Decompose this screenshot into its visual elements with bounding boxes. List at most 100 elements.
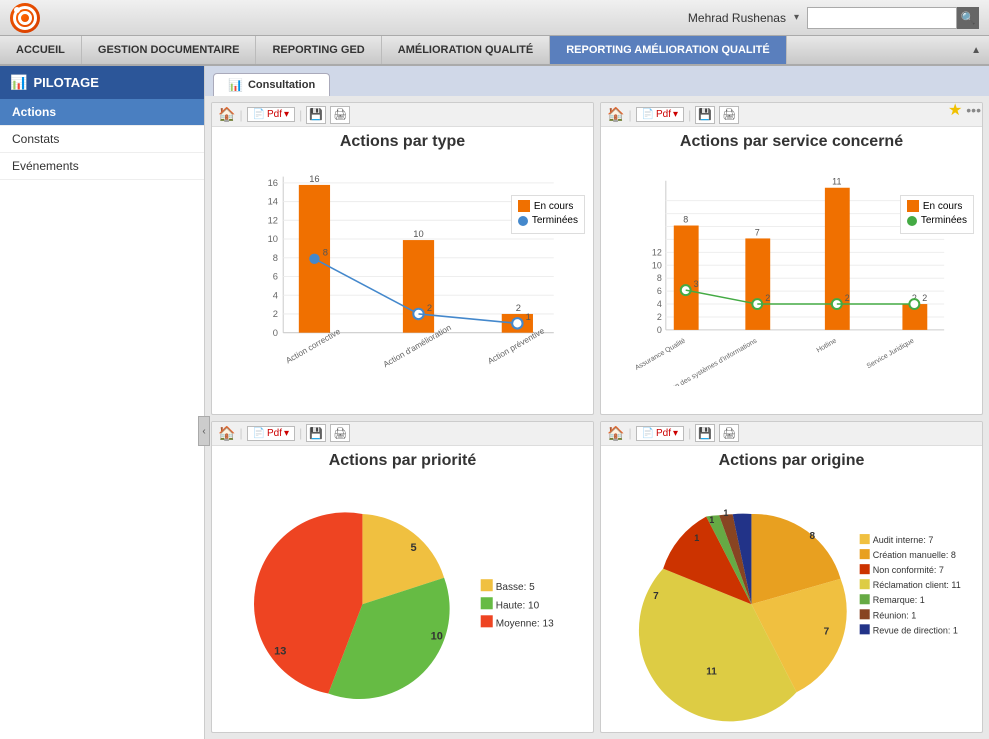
legend-terminees-color [518, 216, 528, 226]
chart2-terminees-label: Terminées [921, 215, 967, 226]
nav-item-reporting-ged[interactable]: REPORTING GED [256, 36, 381, 64]
pdf-icon: 📄 [253, 109, 265, 120]
svg-text:2: 2 [845, 293, 850, 303]
chart4-home-icon[interactable]: 🏠 [607, 425, 624, 442]
nav-item-amelioration[interactable]: AMÉLIORATION QUALITÉ [382, 36, 550, 64]
svg-text:12: 12 [268, 215, 278, 225]
chart-actions-par-priorite: 🏠 | 📄 Pdf ▾ | 💾 🖨 Actions par priorité [211, 421, 594, 734]
chart3-svg: 5 10 13 Basse: 5 Haute: 10 Moyenne: 13 [212, 474, 593, 725]
chart3-pdf-label: Pdf [267, 428, 282, 439]
tab-label: Consultation [248, 79, 315, 91]
search-box: 🔍 [807, 7, 979, 29]
svg-text:8: 8 [273, 253, 278, 263]
chart3-toolbar: 🏠 | 📄 Pdf ▾ | 💾 🖨 [212, 422, 593, 446]
svg-text:7: 7 [653, 591, 659, 602]
favorite-star-icon[interactable]: ★ [948, 100, 962, 120]
chart2-toolbar: 🏠 | 📄 Pdf ▾ | 💾 🖨 [601, 103, 982, 127]
svg-text:11: 11 [706, 666, 717, 677]
nav-item-accueil[interactable]: ACCUEIL [0, 36, 82, 64]
chart4-pdf-button[interactable]: 📄 Pdf ▾ [636, 426, 685, 441]
chart-actions-par-origine: 🏠 | 📄 Pdf ▾ | 💾 🖨 Actions par origine [600, 421, 983, 734]
user-chevron-icon[interactable]: ▾ [794, 12, 799, 23]
search-button[interactable]: 🔍 [957, 7, 979, 29]
user-area: Mehrad Rushenas ▾ 🔍 [688, 7, 979, 29]
chart4-title: Actions par origine [601, 452, 982, 470]
chart2-save-button[interactable]: 💾 [695, 106, 715, 124]
chart3-pdf-button[interactable]: 📄 Pdf ▾ [247, 426, 296, 441]
chart1-pdf-button[interactable]: 📄 Pdf ▾ [247, 107, 296, 122]
charts-container: 🏠 | 📄 Pdf ▾ | 💾 🖨 Actions par type [205, 96, 989, 739]
chart4-print-button[interactable]: 🖨 [719, 424, 739, 442]
svg-text:2: 2 [922, 293, 927, 303]
chart3-body: Actions par priorité [212, 446, 593, 733]
chart3-title: Actions par priorité [212, 452, 593, 470]
chart1-pdf-chevron: ▾ [284, 109, 289, 120]
chart4-pdf-label: Pdf [656, 428, 671, 439]
chart3-print-button[interactable]: 🖨 [330, 424, 350, 442]
nav-item-reporting-amelioration[interactable]: REPORTING AMÉLIORATION QUALITÉ [550, 36, 787, 64]
chart2-pdf-chevron: ▾ [673, 109, 678, 120]
svg-text:10: 10 [268, 234, 278, 244]
chart3-home-icon[interactable]: 🏠 [218, 425, 235, 442]
svg-text:Moyenne: 13: Moyenne: 13 [496, 618, 554, 629]
svg-text:13: 13 [274, 645, 286, 657]
sidebar: 📊 PILOTAGE Actions Constats Evénements ‹ [0, 66, 205, 739]
chart1-save-button[interactable]: 💾 [306, 106, 326, 124]
sidebar-item-actions[interactable]: Actions [0, 99, 204, 126]
svg-text:8: 8 [657, 273, 662, 283]
legend-en-cours-color [518, 200, 530, 212]
sidebar-header: 📊 PILOTAGE [0, 66, 204, 99]
chart2-legend-terminees: Terminées [907, 215, 967, 226]
svg-text:2: 2 [516, 303, 521, 313]
svg-text:10: 10 [431, 630, 443, 642]
legend-item-terminees: Terminées [518, 215, 578, 226]
svg-text:11: 11 [832, 177, 841, 187]
svg-text:4: 4 [657, 299, 662, 309]
chart4-save-button[interactable]: 💾 [695, 424, 715, 442]
chart2-print-button[interactable]: 🖨 [719, 106, 739, 124]
search-input[interactable] [807, 7, 957, 29]
svg-text:Audit interne: 7: Audit interne: 7 [873, 535, 934, 545]
svg-text:6: 6 [273, 272, 278, 282]
svg-text:1: 1 [723, 508, 728, 518]
svg-text:2: 2 [657, 312, 662, 322]
chart4-toolbar: 🏠 | 📄 Pdf ▾ | 💾 🖨 [601, 422, 982, 446]
user-name[interactable]: Mehrad Rushenas [688, 11, 786, 25]
chart2-svg: 0 2 4 6 8 10 12 8 7 [636, 155, 974, 386]
tab-consultation[interactable]: 📊 Consultation [213, 73, 330, 96]
svg-text:8: 8 [810, 531, 816, 542]
chart4-pdf-chevron: ▾ [673, 428, 678, 439]
svg-text:8: 8 [683, 215, 688, 225]
svg-text:2: 2 [273, 309, 278, 319]
chart1-title: Actions par type [212, 133, 593, 151]
svg-text:1: 1 [694, 533, 699, 543]
svg-text:0: 0 [273, 328, 278, 338]
svg-text:Haute: 10: Haute: 10 [496, 600, 540, 611]
sidebar-item-evenements[interactable]: Evénements [0, 153, 204, 180]
chart2-pdf-button[interactable]: 📄 Pdf ▾ [636, 107, 685, 122]
svg-text:Création manuelle: 8: Création manuelle: 8 [873, 550, 956, 560]
sidebar-item-constats[interactable]: Constats [0, 126, 204, 153]
svg-text:14: 14 [268, 197, 278, 207]
chart4-body: Actions par origine [601, 446, 982, 733]
svg-text:12: 12 [652, 247, 662, 257]
chart-actions-par-type: 🏠 | 📄 Pdf ▾ | 💾 🖨 Actions par type [211, 102, 594, 415]
nav-collapse-icon[interactable]: ▲ [963, 45, 989, 56]
chart1-print-button[interactable]: 🖨 [330, 106, 350, 124]
chart3-save-button[interactable]: 💾 [306, 424, 326, 442]
star-row: ★ ••• [948, 100, 981, 120]
more-options-icon[interactable]: ••• [966, 102, 981, 118]
svg-text:7: 7 [755, 227, 760, 237]
svg-text:4: 4 [273, 290, 278, 300]
sidebar-collapse-button[interactable]: ‹ [198, 416, 210, 446]
chart3-pdf-chevron: ▾ [284, 428, 289, 439]
svg-text:3: 3 [694, 279, 699, 289]
nav-item-gestion[interactable]: GESTION DOCUMENTAIRE [82, 36, 257, 64]
chart2-home-icon[interactable]: 🏠 [607, 106, 624, 123]
chart1-toolbar: 🏠 | 📄 Pdf ▾ | 💾 🖨 [212, 103, 593, 127]
pdf-icon3: 📄 [253, 428, 265, 439]
chart1-home-icon[interactable]: 🏠 [218, 106, 235, 123]
svg-text:Non conformité: 7: Non conformité: 7 [873, 565, 944, 575]
pilotage-icon: 📊 [10, 74, 27, 91]
tab-bar: 📊 Consultation [205, 66, 989, 96]
